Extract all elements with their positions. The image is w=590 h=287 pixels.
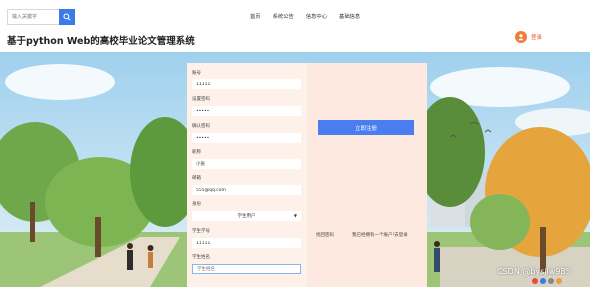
- top-bar: 首页 系统公告 信息中心 基础信息: [0, 0, 590, 30]
- search-box: [7, 9, 75, 25]
- nav-basic-info[interactable]: 基础信息: [339, 12, 360, 20]
- top-nav: 首页 系统公告 信息中心 基础信息: [250, 12, 360, 20]
- email-input[interactable]: [192, 185, 301, 195]
- nickname-input[interactable]: [192, 159, 301, 169]
- register-button[interactable]: 立即注册: [318, 120, 414, 135]
- nickname-label: 昵称: [192, 150, 201, 155]
- role-label: 身份: [192, 202, 201, 207]
- account-label: 账号: [192, 71, 201, 76]
- watermark: CSDN @bysjlw985: [497, 267, 571, 276]
- nav-home[interactable]: 首页: [250, 12, 261, 20]
- tray-icon: [540, 278, 546, 284]
- tray-icon: [548, 278, 554, 284]
- tray-icons: [532, 278, 562, 284]
- role-select[interactable]: 学生用户 ▼: [192, 211, 301, 221]
- login-area[interactable]: 登录: [515, 31, 542, 43]
- nav-info-center[interactable]: 信息中心: [306, 12, 327, 20]
- tray-icon: [556, 278, 562, 284]
- nav-announcements[interactable]: 系统公告: [273, 12, 294, 20]
- title-row: 基于python Web的高校毕业论文管理系统 登录: [0, 30, 590, 52]
- email-label: 邮箱: [192, 176, 201, 181]
- forgot-password-link[interactable]: 找回密码: [316, 232, 334, 238]
- go-login-link[interactable]: 我已经拥有一个账户!去登录: [352, 232, 408, 238]
- tray-icon: [532, 278, 538, 284]
- login-link[interactable]: 登录: [531, 33, 542, 41]
- search-icon: [63, 13, 71, 21]
- confirm-password-input[interactable]: [192, 133, 301, 143]
- role-select-value: 学生用户: [237, 214, 256, 219]
- confirm-password-label: 确认密码: [192, 124, 210, 129]
- account-input[interactable]: [192, 79, 301, 89]
- page-title: 基于python Web的高校毕业论文管理系统: [7, 36, 195, 47]
- register-side-panel: 立即注册 找回密码 我已经拥有一个账户!去登录: [307, 63, 427, 287]
- student-id-input[interactable]: [192, 238, 301, 248]
- search-input[interactable]: [7, 9, 59, 25]
- caret-down-icon: ▼: [293, 213, 297, 218]
- student-name-label: 学生姓名: [192, 255, 210, 260]
- search-button[interactable]: [59, 9, 75, 25]
- password-input[interactable]: [192, 106, 301, 116]
- student-id-label: 学生学号: [192, 229, 210, 234]
- student-name-input[interactable]: [192, 264, 301, 274]
- avatar[interactable]: [515, 31, 527, 43]
- register-form: 账号 设置密码 确认密码 昵称 邮箱 身份 学生用户 ▼ 学生学号 学生姓名: [187, 63, 307, 287]
- password-label: 设置密码: [192, 97, 210, 102]
- user-icon: [518, 34, 524, 41]
